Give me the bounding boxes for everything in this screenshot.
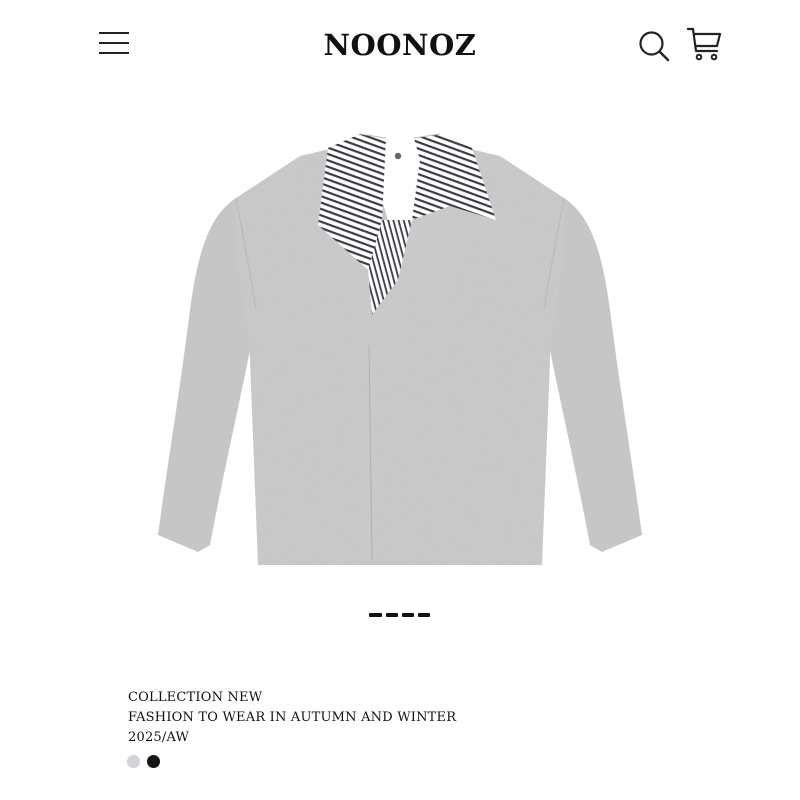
carousel-indicators — [369, 613, 430, 617]
collection-label: COLLECTION NEW — [128, 690, 263, 705]
swatch-black[interactable] — [147, 755, 160, 768]
swatch-grey[interactable] — [127, 755, 140, 768]
product-page: NOONOZ COLLECTION NEW FASHION TO WEAR IN… — [0, 0, 800, 800]
top-header: NOONOZ — [0, 0, 800, 90]
brand-logo[interactable]: NOONOZ — [0, 26, 800, 64]
collection-description: FASHION TO WEAR IN AUTUMN AND WINTER — [128, 710, 457, 725]
sweatshirt-illustration — [158, 133, 642, 565]
carousel-dot-3[interactable] — [402, 613, 414, 617]
carousel-dot-2[interactable] — [386, 613, 398, 617]
cart-icon — [686, 27, 722, 61]
search-icon — [639, 31, 670, 62]
color-swatches — [127, 755, 160, 768]
cart-button[interactable] — [686, 26, 724, 62]
carousel-dot-1[interactable] — [369, 613, 382, 617]
product-image[interactable] — [150, 120, 650, 580]
carousel-dot-4[interactable] — [418, 613, 430, 617]
search-button[interactable] — [638, 30, 670, 62]
season-label: 2025/AW — [128, 730, 190, 745]
product-info: COLLECTION NEW FASHION TO WEAR IN AUTUMN… — [128, 688, 456, 748]
